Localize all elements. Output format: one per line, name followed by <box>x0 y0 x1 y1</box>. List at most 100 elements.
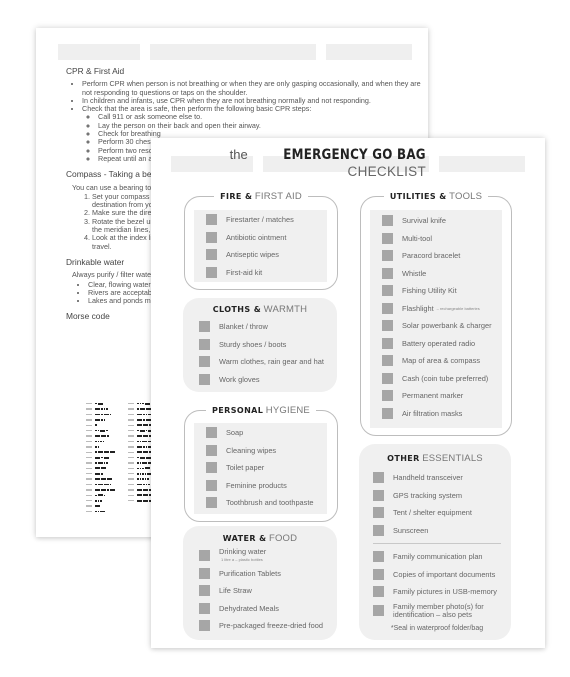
checklist-item[interactable]: Family communication plan <box>373 548 501 566</box>
checklist-item[interactable]: Cash (coin tube preferred) <box>382 370 492 388</box>
checkbox[interactable] <box>382 302 393 314</box>
checklist-item[interactable]: Cleaning wipes <box>206 442 314 460</box>
checkbox[interactable] <box>373 524 384 536</box>
checkbox[interactable] <box>199 373 210 385</box>
checklist-items: Survival knife Multi-tool Paracord brace… <box>382 212 492 422</box>
checklist-item[interactable]: Copies of important documents <box>373 566 501 584</box>
checkbox[interactable] <box>373 568 384 580</box>
checkbox[interactable] <box>373 551 384 563</box>
checkbox[interactable] <box>206 214 217 226</box>
checklist-item[interactable]: Battery operated radio <box>382 335 492 353</box>
checkbox[interactable] <box>199 356 210 368</box>
checklist-item[interactable]: Permanent marker <box>382 387 492 405</box>
checkbox[interactable] <box>382 267 393 279</box>
morse-dot <box>109 483 112 486</box>
checklist-item[interactable]: Fishing Utility Kit <box>382 282 492 300</box>
morse-letter <box>86 424 92 426</box>
checklist-item[interactable]: Toothbrush and toothpaste <box>206 494 314 512</box>
morse-letter <box>86 435 92 437</box>
checkbox[interactable] <box>382 355 393 367</box>
checkbox[interactable] <box>382 337 393 349</box>
checkbox[interactable] <box>199 585 210 597</box>
morse-letter <box>128 467 134 470</box>
morse-dot <box>101 408 103 410</box>
checkbox[interactable] <box>373 605 384 616</box>
checklist-item[interactable]: Pre-packaged freeze-dried food <box>199 617 323 635</box>
checkbox[interactable] <box>382 372 393 384</box>
checklist-item[interactable]: GPS tracking system <box>373 487 501 505</box>
morse-letter <box>128 473 134 475</box>
morse-letter <box>128 429 134 432</box>
section-title: OTHER ESSENTIALS <box>387 453 483 464</box>
morse-letter <box>128 456 134 459</box>
checkbox[interactable] <box>382 390 393 402</box>
front-page-checklist: the EMERGENCY GO BAG CHECKLIST FIRE & FI… <box>151 138 545 648</box>
checkbox[interactable] <box>206 479 217 491</box>
morse-dot <box>137 478 139 480</box>
checkbox[interactable] <box>382 215 393 227</box>
morse-dot <box>95 483 97 486</box>
checkbox[interactable] <box>199 338 210 350</box>
checklist-item[interactable]: Warm clothes, rain gear and hat <box>199 353 324 371</box>
checkbox[interactable] <box>206 249 217 261</box>
checkbox[interactable] <box>373 507 384 519</box>
checkbox[interactable] <box>206 427 217 439</box>
morse-letter <box>128 451 134 453</box>
checklist-item[interactable]: Soap <box>206 424 314 442</box>
morse-dash <box>145 456 151 459</box>
checklist-item[interactable]: Family member photo(s) for identification… <box>373 601 501 621</box>
morse-dash <box>95 467 100 470</box>
checkbox[interactable] <box>373 586 384 598</box>
checklist-item[interactable]: Work gloves <box>199 371 324 389</box>
checklist-item[interactable]: Life Straw <box>199 582 323 600</box>
checkbox[interactable] <box>206 444 217 456</box>
checklist-item[interactable]: Family pictures in USB-memory <box>373 583 501 601</box>
checklist-item[interactable]: Survival knife <box>382 212 492 230</box>
checkbox[interactable] <box>199 620 210 632</box>
checklist-item[interactable]: Solar powerbank & charger <box>382 317 492 335</box>
checklist-item[interactable]: Flashlight – rechargeable batteries <box>382 300 492 318</box>
checkbox[interactable] <box>199 602 210 614</box>
checklist-item[interactable]: Whistle <box>382 265 492 283</box>
checkbox[interactable] <box>382 320 393 332</box>
checklist-item[interactable]: Antibiotic ointment <box>206 229 294 247</box>
checkbox[interactable] <box>206 266 217 278</box>
checklist-item[interactable]: Paracord bracelet <box>382 247 492 265</box>
checklist-item[interactable]: Purification Tablets <box>199 565 323 583</box>
checkbox[interactable] <box>373 489 384 501</box>
morse-letter <box>128 435 134 437</box>
checklist-item[interactable]: First-aid kit <box>206 264 294 282</box>
checklist-item[interactable]: Dehydrated Meals <box>199 600 323 618</box>
checklist-item[interactable]: Map of area & compass <box>382 352 492 370</box>
checklist-item[interactable]: Sturdy shoes / boots <box>199 336 324 354</box>
checklist-item[interactable]: Antiseptic wipes <box>206 246 294 264</box>
section-title: PERSONAL HYGIENE <box>185 405 337 416</box>
checklist-item[interactable]: Air filtration masks <box>382 405 492 423</box>
morse-dash <box>95 435 100 437</box>
checklist-item[interactable]: Sunscreen <box>373 522 501 540</box>
checkbox[interactable] <box>382 407 393 419</box>
morse-dot <box>145 446 148 448</box>
checklist-item[interactable]: Handheld transceiver <box>373 469 501 487</box>
checkbox[interactable] <box>382 250 393 262</box>
morse-dash <box>95 472 100 475</box>
morse-dot <box>95 462 97 464</box>
checklist-item[interactable]: Feminine products <box>206 477 314 495</box>
checkbox[interactable] <box>382 285 393 297</box>
checkbox[interactable] <box>206 462 217 474</box>
morse-letter <box>86 446 92 448</box>
checklist-item[interactable]: Tent / shelter equipment <box>373 504 501 522</box>
checkbox[interactable] <box>199 550 210 562</box>
checkbox[interactable] <box>199 567 210 579</box>
checkbox[interactable] <box>199 321 210 333</box>
checklist-item[interactable]: Firestarter / matches <box>206 211 294 229</box>
checkbox[interactable] <box>382 232 393 244</box>
checkbox[interactable] <box>206 497 217 509</box>
checklist-item[interactable]: Toilet paper <box>206 459 314 477</box>
checklist-item[interactable]: Blanket / throw <box>199 318 324 336</box>
checkbox[interactable] <box>206 231 217 243</box>
checklist-item[interactable]: Drinking water 1 litre a – plastic bottle… <box>199 547 323 565</box>
checkbox[interactable] <box>373 472 384 484</box>
morse-dot <box>97 446 100 448</box>
checklist-item[interactable]: Multi-tool <box>382 230 492 248</box>
